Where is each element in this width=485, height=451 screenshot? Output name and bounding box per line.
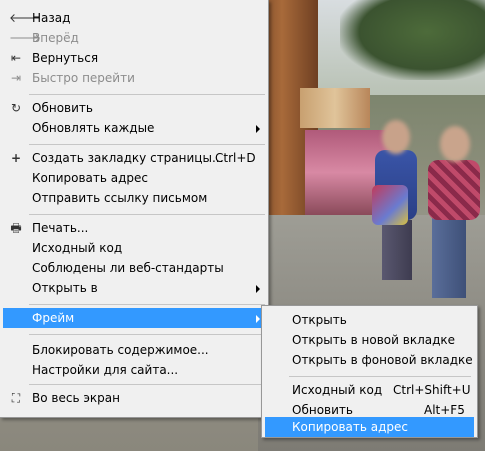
menu-item-reload[interactable]: ↻ Обновить	[3, 98, 265, 118]
menu-item-label: Быстро перейти	[32, 71, 135, 85]
submenu-item-open[interactable]: Открыть	[265, 310, 474, 330]
menu-item-label: Соблюдены ли веб-стандарты	[32, 261, 224, 275]
menu-item-label: Открыть	[292, 313, 347, 327]
arrow-right-icon: 🡒	[9, 31, 42, 45]
person-2-body	[428, 160, 480, 220]
menu-item-label: Блокировать содержимое...	[32, 343, 209, 357]
menu-item-view-source[interactable]: Исходный код	[3, 238, 265, 258]
menu-item-shortcut: Ctrl+Shift+U	[393, 383, 471, 397]
submenu-item-open-background-tab[interactable]: Открыть в фоновой вкладке	[265, 350, 474, 370]
menu-separator	[289, 376, 471, 377]
menu-item-label: Во весь экран	[32, 391, 120, 405]
person-1-head	[382, 120, 410, 154]
menu-item-label: Исходный код	[32, 241, 123, 255]
menu-item-label: Копировать адрес	[292, 420, 409, 434]
reload-icon: ↻	[10, 101, 22, 115]
arrow-left-icon: 🡐	[9, 11, 42, 25]
person-2-head	[440, 126, 470, 162]
submenu-item-copy-address[interactable]: Копировать адрес	[265, 417, 474, 437]
menu-item-rewind[interactable]: ⇤ Вернуться	[3, 48, 265, 68]
menu-item-back[interactable]: 🡐 Назад	[3, 8, 265, 28]
menu-item-copy-address[interactable]: Копировать адрес	[3, 168, 265, 188]
person-1-backpack	[372, 185, 408, 225]
menu-item-label: Обновить	[32, 101, 93, 115]
menu-item-label: Обновлять каждые	[32, 121, 155, 135]
submenu-item-view-source[interactable]: Исходный код Ctrl+Shift+U	[265, 380, 474, 400]
menu-item-label: Открыть в новой вкладке	[292, 333, 456, 347]
person-2-legs	[432, 218, 466, 298]
menu-separator	[29, 94, 265, 95]
menu-item-open-in[interactable]: Открыть в	[3, 278, 265, 298]
menu-item-send-link[interactable]: Отправить ссылку письмом	[3, 188, 265, 208]
printer-icon: 🖶	[10, 221, 22, 235]
menu-item-label: Вперёд	[32, 31, 79, 45]
person-1-legs	[382, 220, 412, 280]
menu-item-validate[interactable]: Соблюдены ли веб-стандарты	[3, 258, 265, 278]
menu-item-fast-forward[interactable]: ⇥ Быстро перейти	[3, 68, 265, 88]
menu-separator	[29, 304, 265, 305]
menu-item-label: Исходный код	[292, 383, 383, 397]
rewind-icon: ⇤	[10, 51, 22, 65]
context-menu: 🡐 Назад 🡒 Вперёд ⇤ Вернуться ⇥ Быстро пе…	[0, 0, 269, 418]
submenu-arrow-icon	[256, 315, 260, 323]
menu-item-frame[interactable]: Фрейм	[3, 308, 265, 328]
menu-item-block-content[interactable]: Блокировать содержимое...	[3, 340, 265, 360]
menu-item-reload-every[interactable]: Обновлять каждые	[3, 118, 265, 138]
menu-item-site-preferences[interactable]: Настройки для сайта...	[3, 360, 265, 380]
menu-separator	[29, 334, 265, 335]
plus-icon: +	[10, 151, 22, 165]
fullscreen-icon: ⛶	[11, 391, 21, 405]
menu-item-bookmark-page[interactable]: + Создать закладку страницы... Ctrl+D	[3, 148, 265, 168]
menu-item-shortcut: Ctrl+D	[215, 151, 256, 165]
menu-item-label: Фрейм	[32, 311, 75, 325]
submenu-arrow-icon	[256, 285, 260, 293]
submenu-arrow-icon	[256, 125, 260, 133]
menu-item-forward[interactable]: 🡒 Вперёд	[3, 28, 265, 48]
menu-item-label: Копировать адрес	[32, 171, 149, 185]
menu-item-label: Открыть в фоновой вкладке	[292, 353, 473, 367]
submenu-item-open-new-tab[interactable]: Открыть в новой вкладке	[265, 330, 474, 350]
menu-item-fullscreen[interactable]: ⛶ Во весь экран	[3, 388, 265, 408]
fast-forward-icon: ⇥	[10, 71, 22, 85]
menu-item-print[interactable]: 🖶 Печать...	[3, 218, 265, 238]
menu-separator	[29, 384, 265, 385]
menu-item-label: Вернуться	[32, 51, 99, 65]
trees	[340, 0, 485, 80]
menu-item-label: Назад	[32, 11, 71, 25]
menu-item-label: Отправить ссылку письмом	[32, 191, 208, 205]
menu-item-label: Создать закладку страницы...	[32, 151, 224, 165]
frame-submenu: Открыть Открыть в новой вкладке Открыть …	[261, 305, 478, 438]
menu-separator	[29, 144, 265, 145]
menu-item-label: Настройки для сайта...	[32, 363, 179, 377]
stand-roof	[300, 88, 370, 128]
menu-separator	[29, 214, 265, 215]
menu-item-label: Открыть в	[32, 281, 98, 295]
menu-item-label: Печать...	[32, 221, 89, 235]
